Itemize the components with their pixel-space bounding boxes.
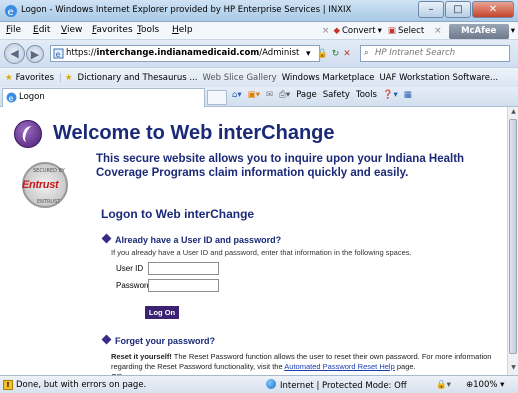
favorites-button[interactable]: Favorites [16,73,54,83]
chevron-down-icon[interactable]: ▾ [511,26,515,36]
lock-icon[interactable]: 🔒 [317,49,328,59]
menu-view[interactable]: View [61,25,82,35]
svg-text:e: e [8,7,14,18]
stop-icon[interactable]: ✕ [343,49,351,59]
page-content: Welcome to Web interChange SECURED BY En… [0,107,507,375]
password-reset-help-link[interactable]: Automated Password Reset Help [284,362,394,371]
back-button[interactable]: ◀ [4,43,25,64]
intro-text: This secure website allows you to inquir… [96,153,465,179]
print-icon[interactable]: ⎙▾ [279,90,290,100]
menu-file[interactable]: File [6,25,21,35]
window-title: Logon - Windows Internet Explorer provid… [21,5,352,15]
zoom-control[interactable]: ⊕100% ▾ [466,380,504,390]
logon-button[interactable]: Log On [145,306,179,319]
favorites-star-icon: ★ [5,72,13,83]
mail-icon[interactable]: ✉ [266,90,273,100]
tab-page-icon: e [6,92,17,103]
forgot-password-heading: Forget your password? [101,334,215,346]
status-bar: ! Done, but with errors on page. Interne… [0,375,518,393]
refresh-icon[interactable]: ↻ [332,49,340,59]
scroll-down-icon[interactable]: ▼ [509,364,518,374]
forward-button[interactable]: ▶ [26,45,44,63]
add-favorite-icon[interactable]: ★ [65,73,73,83]
password-input[interactable] [148,279,219,292]
forward-arrow-icon: ▶ [30,47,40,61]
close-toolbar-icon[interactable]: × [322,26,330,36]
scroll-thumb[interactable] [509,119,517,354]
fav-dictionary[interactable]: Dictionary and Thesaurus ... [78,73,198,83]
scroll-up-icon[interactable]: ▲ [509,108,518,118]
svg-text:e: e [9,94,14,103]
page-title: Welcome to Web interChange [53,122,335,144]
back-arrow-icon: ◀ [10,47,19,60]
maximize-button[interactable]: □ [445,1,471,18]
status-text[interactable]: Done, but with errors on page. [16,380,266,390]
fav-windows-marketplace[interactable]: Windows Marketplace [282,73,375,83]
page-icon: e [53,48,64,59]
select-button[interactable]: ▣ Select [388,26,424,36]
convert-button[interactable]: ◆ Convert ▾ [333,26,381,36]
vertical-scrollbar[interactable]: ▲ ▼ [507,107,518,375]
home-icon[interactable]: ⌂▾ [232,90,242,100]
select-icon: ▣ [387,26,396,36]
password-label: Password [116,281,152,290]
mcafee-button[interactable]: McAfee [448,23,509,39]
diamond-bullet-icon [101,233,112,244]
convert-icon: ◆ [333,26,340,36]
existing-user-heading: Already have a User ID and password? [101,233,281,245]
ie-logo-icon: e [5,5,17,18]
feeds-icon[interactable]: ▣▾ [248,90,260,100]
zone-indicator[interactable]: Internet | Protected Mode: Off [266,378,436,391]
entrust-seal-icon: SECURED BY Entrust ENTRUST [22,162,68,208]
menu-tools[interactable]: Tools [137,25,159,35]
search-icon: ⌕ [364,48,369,58]
logon-heading: Logon to Web interChange [101,207,255,221]
safety-menu[interactable]: Safety [323,90,350,100]
favorites-bar: ★ Favorites | ★ Dictionary and Thesaurus… [0,67,518,87]
svg-text:e: e [56,50,61,59]
menu-bar: File Edit View Favorites Tools Help × ◆ C… [0,22,518,40]
fav-web-slice[interactable]: Web Slice Gallery [202,73,276,83]
userid-input[interactable] [148,262,219,275]
tools-menu[interactable]: Tools [356,90,377,100]
tab-logon[interactable]: e Logon [2,88,205,107]
search-input[interactable]: ⌕ HP Intranet Search [360,45,510,62]
menu-edit[interactable]: Edit [33,25,50,35]
close-toolbar-icon-2[interactable]: × [434,26,442,36]
existing-user-help: If you already have a User ID and passwo… [111,248,412,257]
menu-help[interactable]: Help [172,25,193,35]
security-settings-icon[interactable]: 🔒▾ [436,380,466,390]
minimize-button[interactable]: – [418,1,444,18]
interchange-logo-icon [14,120,42,148]
dropdown-icon[interactable]: ▾ [306,49,311,59]
url-field[interactable]: e https://interchange.indianamedicaid.co… [50,45,320,62]
research-icon[interactable]: ▦ [404,90,412,100]
help-icon[interactable]: ❓▾ [383,90,398,100]
globe-icon [266,378,276,389]
reset-password-text: Reset it yourself! The Reset Password fu… [111,352,501,375]
diamond-bullet-icon-2 [101,334,112,345]
userid-label: User ID [116,264,144,273]
menu-favorites[interactable]: Favorites [92,25,133,35]
new-tab-button[interactable] [207,90,227,105]
warning-icon[interactable]: ! [3,379,13,390]
title-bar: e Logon - Windows Internet Explorer prov… [0,0,518,22]
fav-uaf-workstation[interactable]: UAF Workstation Software... [379,73,498,83]
address-bar: ◀ ▶ e https://interchange.indianamedicai… [0,40,518,67]
close-button[interactable]: ✕ [472,1,514,18]
page-menu[interactable]: Page [296,90,317,100]
tab-bar: e Logon ⌂▾ ▣▾ ✉ ⎙▾ Page Safety Tools ❓▾ … [0,87,518,107]
